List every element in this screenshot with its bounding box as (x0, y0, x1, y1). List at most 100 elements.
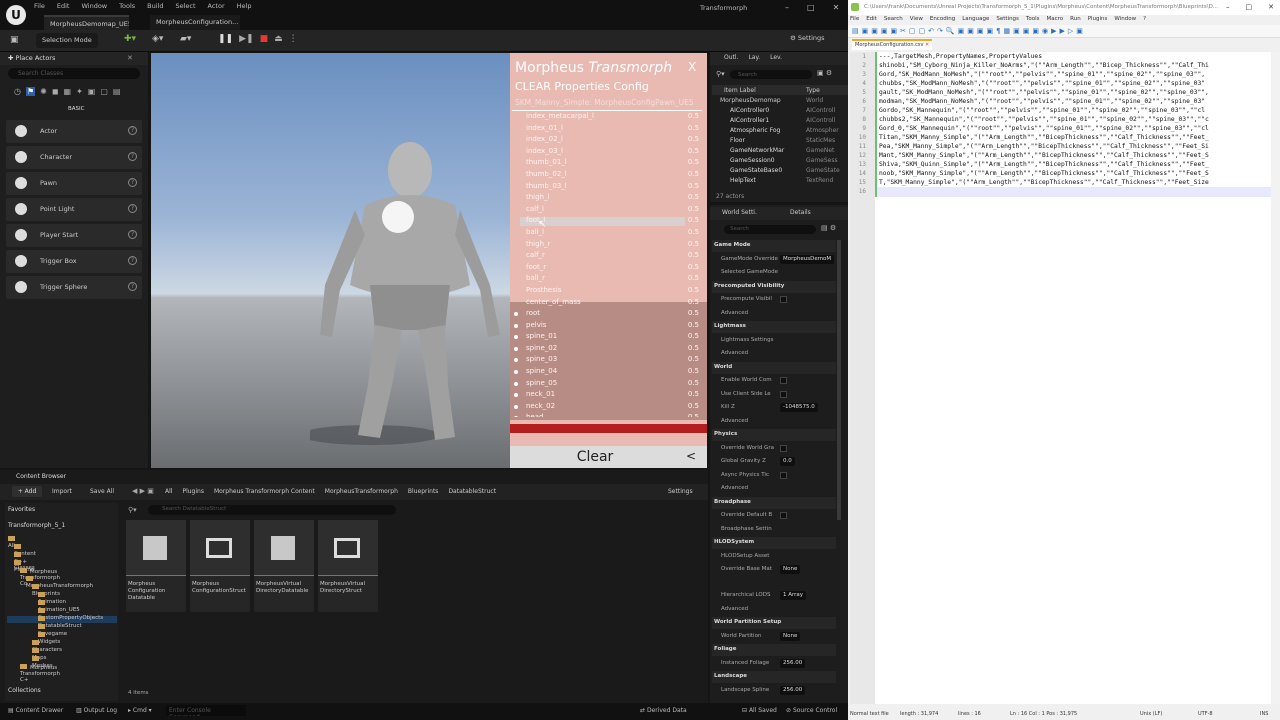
cinematics-icon[interactable]: ▰▾ (180, 34, 191, 44)
output-log-button[interactable]: ▥ Output Log (76, 707, 117, 714)
actor-item[interactable]: Actor? (6, 120, 142, 143)
code-line[interactable]: chubbs2,"SK_Mannequin","(""root"",""pelv… (879, 116, 1269, 123)
project-root[interactable]: Transformorph_5_1 (8, 522, 65, 529)
minimize-icon[interactable]: – (1226, 3, 1230, 11)
blueprint-icon[interactable]: ◈▾ (152, 34, 163, 44)
recent-icon[interactable]: ◷ (14, 87, 21, 96)
source-control-button[interactable]: ⊘ Source Control (786, 707, 837, 714)
outliner-row[interactable]: AIController0 AIControll (720, 107, 848, 117)
details-section[interactable]: Precomputed Visibility (712, 280, 836, 293)
help-icon[interactable]: ? (128, 282, 137, 291)
close-icon[interactable]: ✕ (833, 3, 840, 12)
code-line[interactable]: Gord,"SK_ModMann_NoMesh","(""root"",""pe… (879, 71, 1269, 78)
menu-file[interactable]: File (34, 2, 45, 14)
trigger-sphere-item[interactable]: Trigger Sphere? (6, 276, 142, 299)
outliner-add-icon[interactable]: ▣ ⚙ (817, 69, 832, 77)
code-line[interactable]: noob,"SKM_Manny_Simple","(""Arm_Length""… (879, 170, 1269, 177)
details-checkbox[interactable] (780, 444, 787, 452)
details-checkbox[interactable] (780, 390, 787, 398)
settings-button[interactable]: ⚙ Settings (790, 34, 825, 42)
outliner-row[interactable]: Floor StaticMes (720, 137, 848, 147)
bone-row[interactable]: calf_l 0.5 (512, 204, 702, 216)
pawn-item[interactable]: Pawn? (6, 172, 142, 195)
code-line[interactable]: ---,TargetMesh,PropertyNames,PropertyVal… (879, 53, 1269, 60)
character-item[interactable]: Character? (6, 146, 142, 169)
code-line[interactable]: chubbs,"SK_ModMann_NoMesh","(""root"",""… (879, 80, 1269, 87)
player-start-item[interactable]: Player Start? (6, 224, 142, 247)
tab-outliner[interactable]: Outl. (724, 54, 738, 63)
outliner-row[interactable]: AIController1 AIControll (720, 117, 848, 127)
code-line[interactable]: Mant,"SKM_Manny_Simple","(""Arm_Length""… (879, 152, 1269, 159)
bone-row[interactable]: spine_02 0.5 (512, 343, 702, 355)
bone-row[interactable]: ball_r 0.5 (512, 273, 702, 285)
bone-row[interactable]: calf_r 0.5 (512, 250, 702, 262)
bone-row[interactable]: pelvis 0.5 (512, 320, 702, 332)
code-line[interactable]: Titan,"SKM_Manny_Simple","(""Arm_Length"… (879, 134, 1269, 141)
help-icon[interactable]: ? (128, 152, 137, 161)
outliner-row[interactable]: HelpText TextRend (720, 177, 848, 187)
bone-row[interactable]: thumb_01_l 0.5 (512, 157, 702, 169)
npp-menu-item[interactable]: Settings (996, 16, 1019, 22)
outliner-row[interactable]: GameNetworkMar GameNet (720, 147, 848, 157)
code-line[interactable]: Shiva,"SKM_Quinn_Simple","(""Arm_Length"… (879, 161, 1269, 168)
npp-menu-item[interactable]: Search (884, 16, 903, 22)
lights-icon[interactable]: ✺ (40, 87, 47, 96)
bone-row[interactable]: thigh_r 0.5 (512, 239, 702, 251)
trigger-box-item[interactable]: Trigger Box? (6, 250, 142, 273)
menu-edit[interactable]: Edit (57, 2, 70, 14)
npp-menu-item[interactable]: File (850, 16, 859, 22)
close-icon[interactable]: ✕ (1268, 3, 1274, 11)
details-value[interactable]: 256.00 (780, 685, 806, 695)
outliner-row[interactable]: GameStateBase0 GameState (720, 167, 848, 177)
bone-row[interactable]: index_01_l 0.5 (512, 123, 702, 135)
asset-virtual-struct[interactable]: MorpheusVirtual DirectoryStruct (318, 520, 378, 612)
code-line[interactable]: gault,"SK_ModMann_NoMesh","(""root"",""p… (879, 89, 1269, 96)
place-actors-search[interactable]: Search Classes (8, 68, 140, 79)
crumb-all[interactable]: All (165, 488, 172, 495)
npp-menu-item[interactable]: Language (962, 16, 989, 22)
details-checkbox[interactable] (780, 377, 787, 384)
details-value[interactable]: 0.0 (780, 457, 795, 466)
details-checkbox[interactable] (780, 512, 787, 519)
npp-menu-item[interactable]: Edit (866, 16, 877, 22)
details-value[interactable]: None (780, 631, 801, 641)
minimize-icon[interactable]: – (785, 3, 789, 12)
point-light-item[interactable]: Point Light? (6, 198, 142, 221)
bone-row[interactable]: center_of_mass 0.5 (512, 297, 702, 309)
menu-select[interactable]: Select (175, 2, 195, 14)
all-classes-icon[interactable]: ▤ (113, 87, 121, 96)
cinematic-icon[interactable]: ▦ (64, 87, 72, 96)
details-section[interactable]: Foliage (712, 644, 836, 656)
filter-icon[interactable]: ⚲▾ (128, 506, 137, 514)
bone-row[interactable]: Prosthesis 0.5 (512, 285, 702, 297)
crumb-morpheus[interactable]: MorpheusTransformorph (325, 488, 398, 495)
asset-search[interactable]: Search DatatableStruct (148, 505, 396, 515)
bone-row[interactable]: foot_r 0.5 (512, 262, 702, 274)
bone-row[interactable]: thumb_03_l 0.5 (512, 181, 702, 193)
stop-icon[interactable]: ■ (260, 34, 269, 44)
maximize-icon[interactable]: □ (807, 3, 815, 12)
bone-row[interactable]: neck_02 0.5 (512, 401, 702, 413)
npp-menu-item[interactable]: Window (1114, 16, 1136, 22)
tab-levels[interactable]: Lev. (770, 54, 782, 63)
bone-row[interactable]: root 0.5 (512, 308, 702, 320)
add-actor-icon[interactable]: ✚▾ (124, 34, 136, 44)
code-line[interactable]: shinobi,"SM_Cyborg_Ninja_Killer_NoArms",… (879, 62, 1269, 69)
unreal-logo-icon[interactable]: U (6, 5, 26, 25)
clear-button[interactable]: Clear (510, 448, 680, 466)
asset-virtual-datatable[interactable]: MorpheusVirtual DirectoryDatatable (254, 520, 314, 612)
outliner-search[interactable]: Search (730, 70, 812, 79)
npp-scrollbar[interactable] (1271, 52, 1280, 704)
bone-row[interactable]: head 0.5 (512, 412, 702, 417)
details-view-options-icon[interactable]: ▤ ⚙ (821, 224, 836, 232)
npp-menu-item[interactable]: Plugins (1088, 16, 1108, 22)
step-icon[interactable]: ▶❚ (239, 34, 253, 44)
tab-world-settings[interactable]: World Setti. (722, 209, 757, 216)
import-button[interactable]: Import (52, 488, 72, 495)
details-section[interactable]: Landscape (712, 671, 836, 683)
content-browser-tab[interactable]: Content Browser (6, 471, 86, 483)
bone-row[interactable]: spine_03 0.5 (512, 354, 702, 366)
npp-menu-item[interactable]: View (910, 16, 923, 22)
details-checkbox[interactable] (780, 296, 787, 303)
outliner-row[interactable]: MorpheusDemomap World (720, 97, 848, 107)
